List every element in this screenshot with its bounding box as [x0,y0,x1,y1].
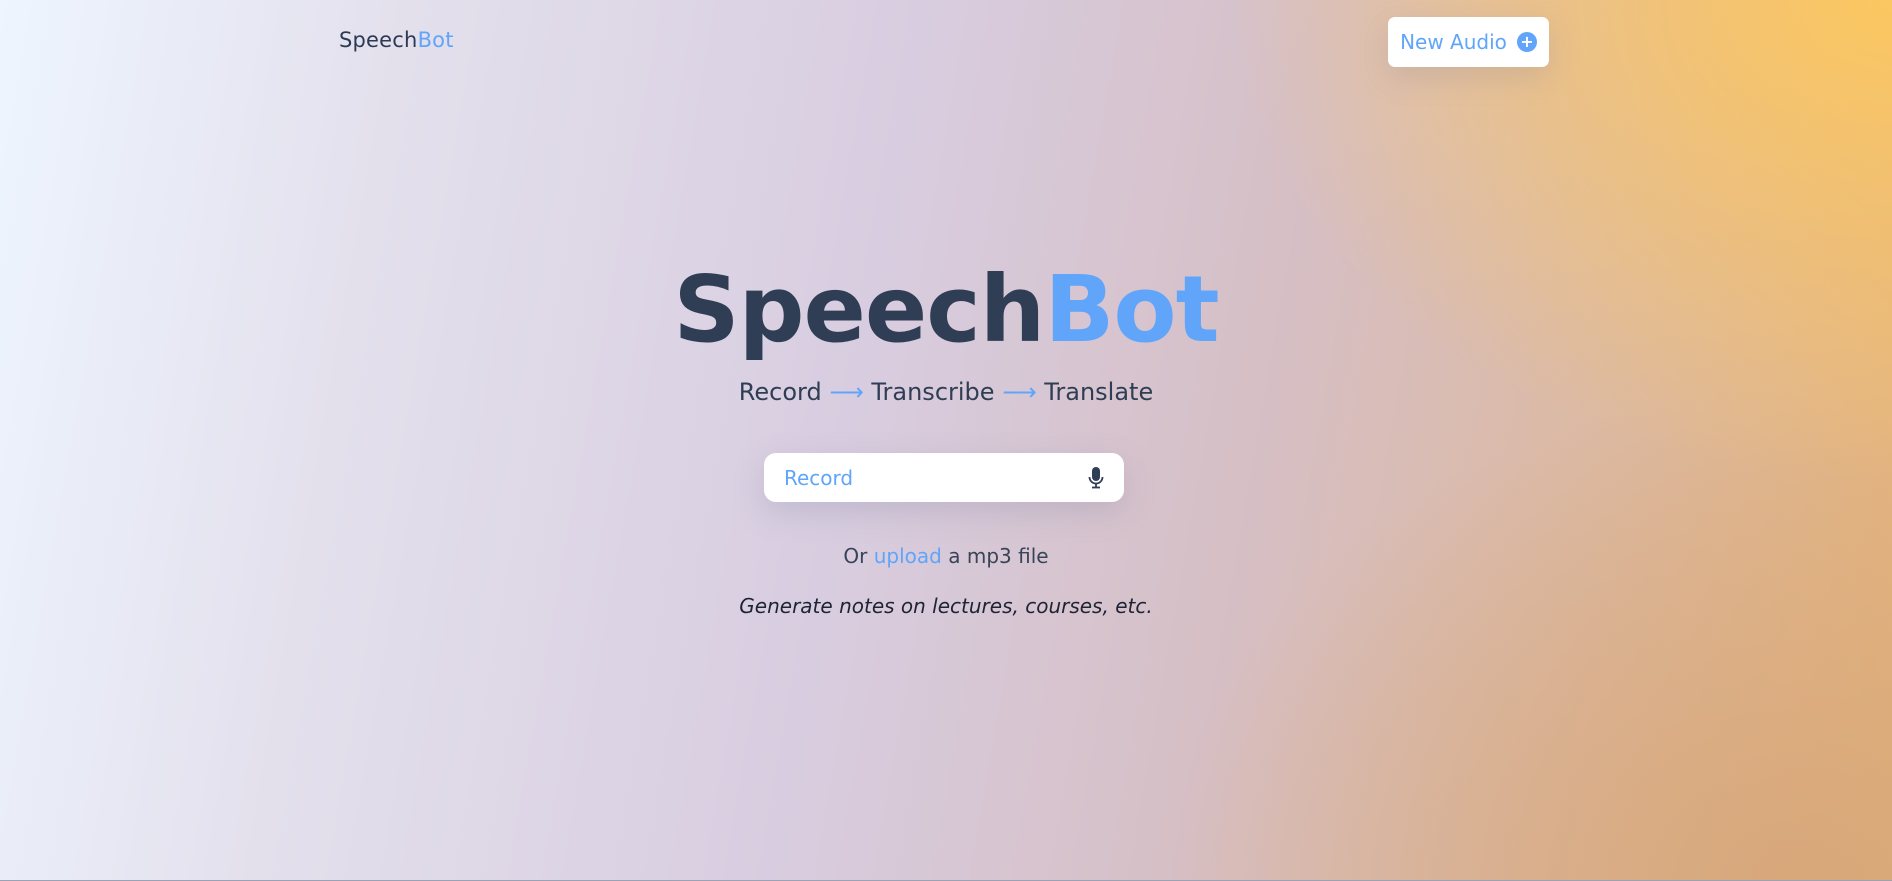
logo-text-speech: Speech [339,28,418,52]
upload-link[interactable]: upload [874,544,942,568]
plus-circle-icon: + [1516,32,1537,52]
tagline-step-translate: Translate [1044,378,1154,406]
arrow-right-icon: ⟶ [1002,378,1037,406]
logo-text-bot: Bot [417,28,454,52]
hero-title-speech: Speech [673,256,1045,363]
upload-prefix: Or [843,544,868,568]
upload-suffix: a mp3 file [948,544,1049,568]
hero-title-bot: Bot [1044,256,1219,363]
tagline: Record ⟶ Transcribe ⟶ Translate [0,378,1892,406]
microphone-icon [1088,466,1104,488]
new-audio-button[interactable]: New Audio + [1388,17,1549,67]
page: SpeechBot New Audio + SpeechBot Record ⟶… [0,0,1892,881]
arrow-right-icon: ⟶ [829,378,864,406]
record-button[interactable]: Record [764,453,1124,502]
tagline-step-record: Record [738,378,822,406]
header-logo[interactable]: SpeechBot [339,28,454,52]
hero-title: SpeechBot [0,255,1892,365]
tagline-step-transcribe: Transcribe [871,378,995,406]
notes-description: Generate notes on lectures, courses, etc… [739,594,1153,618]
new-audio-label: New Audio [1400,30,1507,54]
record-label: Record [784,465,854,490]
upload-line: Or upload a mp3 file [0,544,1892,568]
